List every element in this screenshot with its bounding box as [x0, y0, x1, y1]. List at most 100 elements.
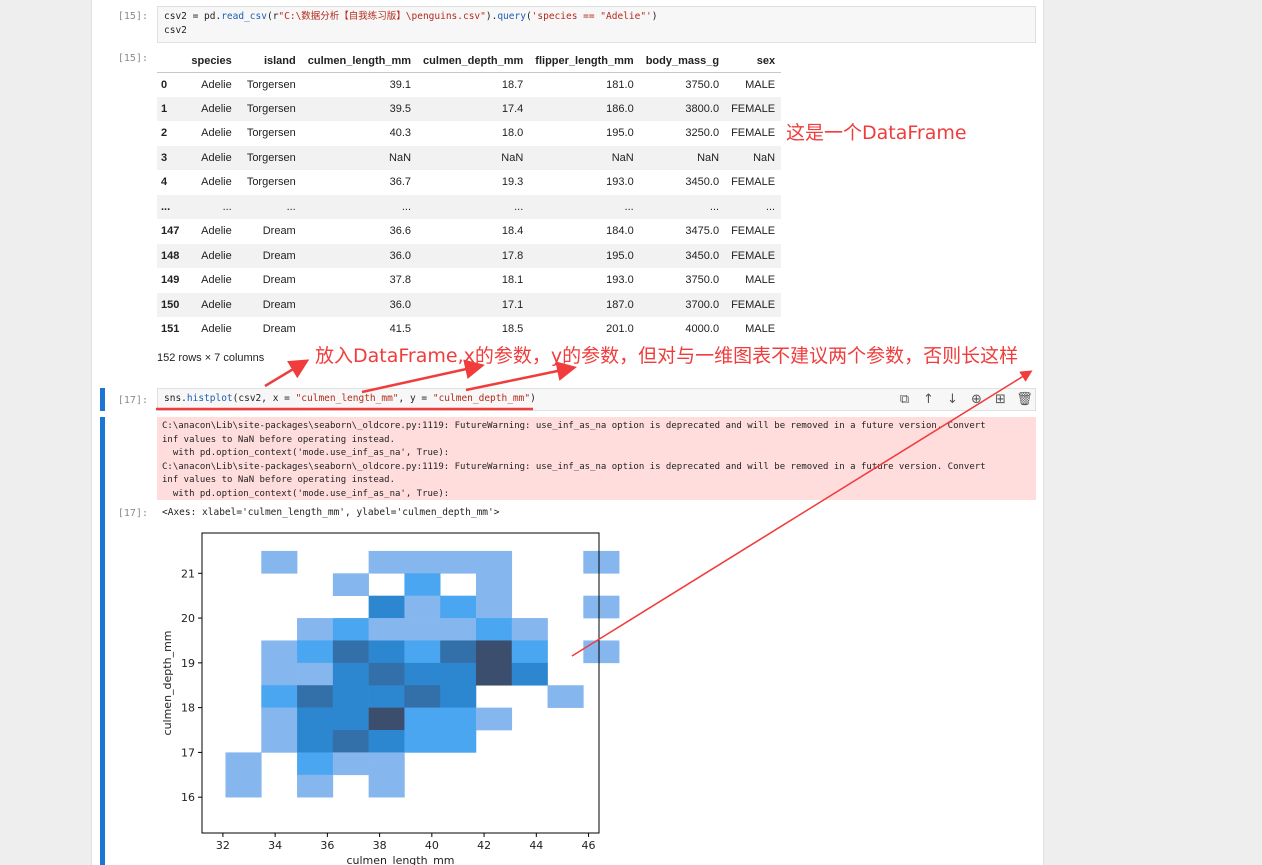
- histplot-chart: 32 34 36 38 40 42 44 46 16 17 18 19 20 21 culmen_len…: [161, 532, 620, 865]
- table-cell: 17.4: [501, 102, 524, 115]
- table-cell: 3700.0: [685, 298, 720, 311]
- heatmap-cell: [368, 730, 405, 753]
- heatmap-cell: [404, 618, 441, 641]
- table-cell: NaN: [389, 151, 412, 164]
- table-cell: Adelie: [201, 151, 232, 164]
- table-cell: 36.0: [389, 249, 412, 262]
- heatmap-cell: [404, 730, 441, 753]
- row-index: 151: [161, 323, 180, 336]
- heatmap-cell: [368, 662, 405, 686]
- column-header: culmen_length_mm: [301, 50, 418, 73]
- table-row: 2 Adelie Torgersen 40.3 18.0 195.0 3250.0 FEMAL…: [157, 121, 781, 146]
- table-cell: 181.0: [606, 78, 634, 91]
- table-cell: ...: [624, 200, 634, 213]
- y-tick-label: 17: [181, 746, 195, 759]
- y-tick-label: 16: [181, 791, 195, 804]
- table-cell: FEMALE: [731, 176, 776, 189]
- delete-icon[interactable]: 🗑: [1016, 391, 1033, 408]
- table-cell: 3750.0: [685, 274, 720, 287]
- active-output-indicator: [100, 417, 105, 865]
- table-cell: 3800.0: [685, 102, 720, 115]
- code-token: "culmen_depth_mm": [432, 393, 531, 404]
- heatmap-cell: [475, 618, 513, 641]
- cell-17-out-prompt: [17]:: [117, 508, 148, 519]
- heatmap-cell: [440, 640, 477, 664]
- row-index: 148: [161, 249, 180, 262]
- move-up-icon[interactable]: ↑: [920, 391, 937, 408]
- insert-above-icon[interactable]: ⊕: [968, 391, 985, 408]
- table-cell: FEMALE: [731, 127, 776, 140]
- y-tick-label: 21: [181, 567, 195, 580]
- table-cell: 39.5: [389, 102, 412, 115]
- row-index: 147: [161, 225, 180, 238]
- heatmap-cell: [440, 730, 477, 753]
- code-line-2: csv2: [164, 25, 187, 36]
- code-token: ): [530, 393, 536, 404]
- table-cell: 3450.0: [685, 249, 720, 262]
- table-cell: ...: [514, 200, 524, 213]
- row-index: 149: [161, 274, 180, 287]
- column-header: sex: [725, 50, 782, 73]
- column-header: island: [237, 50, 302, 73]
- stderr-line: inf values to NaN before operating inste…: [162, 475, 395, 485]
- heatmap-cell: [225, 752, 262, 776]
- heatmap-cell: [404, 707, 441, 731]
- code-token: histplot: [186, 393, 233, 404]
- code-token: "culmen_length_mm": [295, 393, 399, 404]
- heatmap-cell: [404, 640, 441, 664]
- code-token: query: [497, 11, 526, 22]
- y-axis-label: culmen_depth_mm: [161, 631, 174, 736]
- code-token: csv2 = pd.: [164, 11, 222, 22]
- column-header: [157, 50, 186, 73]
- table-cell: 187.0: [606, 298, 634, 311]
- heatmap-cell: [440, 618, 477, 641]
- table-cell: 40.3: [389, 127, 412, 140]
- code-token: ).: [485, 11, 498, 22]
- heatmap-cell: [368, 774, 405, 798]
- heatmap-cell: [332, 752, 369, 776]
- x-tick-label: 42: [477, 839, 491, 852]
- heatmap-cell: [297, 707, 334, 731]
- table-body: 0 Adelie Torgersen 39.1 18.7 181.0 3750.0 MALE 1…: [157, 72, 782, 342]
- code-token: , y =: [398, 393, 433, 404]
- column-header: culmen_depth_mm: [417, 50, 530, 73]
- table-cell: ...: [401, 200, 412, 213]
- table-cell: Dream: [262, 249, 296, 262]
- cell-15-code-editor[interactable]: csv2 = pd.read_csv(r"C:\数据分析【自我练习版】\peng…: [157, 6, 1036, 43]
- table-cell: ...: [709, 200, 720, 213]
- table-row: 150 Adelie Dream 36.0 17.1 187.0 3700.0 FEMALE: [157, 292, 782, 317]
- heatmap-cell: [332, 640, 369, 664]
- heatmap-cell: [368, 595, 405, 619]
- table-cell: Dream: [262, 298, 296, 311]
- x-tick-label: 44: [529, 839, 543, 852]
- row-index: 4: [161, 176, 168, 189]
- heatmap-cell: [475, 640, 513, 664]
- table-row: 149 Adelie Dream 37.8 18.1 193.0 3750.0 MALE: [157, 268, 781, 293]
- table-cell: 17.1: [501, 298, 524, 311]
- stderr-line: C:\anacon\Lib\site-packages\seaborn\_old…: [162, 421, 986, 431]
- table-cell: 193.0: [606, 176, 634, 189]
- x-axis-ticks: 32 34 36 38 40 42 44 46: [216, 833, 596, 852]
- heatmap-cell: [475, 707, 513, 731]
- column-header: body_mass_g: [639, 50, 726, 73]
- table-cell: MALE: [745, 323, 776, 336]
- table-cell: Adelie: [201, 249, 232, 262]
- table-cell: Dream: [262, 323, 296, 336]
- code-line: sns.histplot(csv2, x = "culmen_length_mm…: [164, 393, 536, 404]
- heatmap-cell: [297, 685, 334, 708]
- code-token: read_csv: [221, 11, 267, 22]
- insert-below-icon[interactable]: ⊞: [992, 391, 1009, 408]
- heatmap-cell: [440, 707, 477, 731]
- copy-icon[interactable]: ⧉: [896, 391, 913, 408]
- move-down-icon[interactable]: ↓: [944, 391, 961, 408]
- table-cell: 186.0: [606, 102, 634, 115]
- column-header: flipper_length_mm: [529, 50, 640, 73]
- table-cell: Adelie: [201, 225, 232, 238]
- stderr-line: C:\anacon\Lib\site-packages\seaborn\_old…: [162, 461, 986, 472]
- table-cell: 201.0: [606, 323, 634, 336]
- heatmap-cell: [440, 550, 477, 574]
- axes-repr-output: <Axes: xlabel='culmen_length_mm', ylabel…: [162, 507, 500, 518]
- table-cell: 3250.0: [685, 127, 720, 140]
- heatmap-cell: [297, 640, 334, 664]
- x-tick-label: 46: [582, 839, 596, 852]
